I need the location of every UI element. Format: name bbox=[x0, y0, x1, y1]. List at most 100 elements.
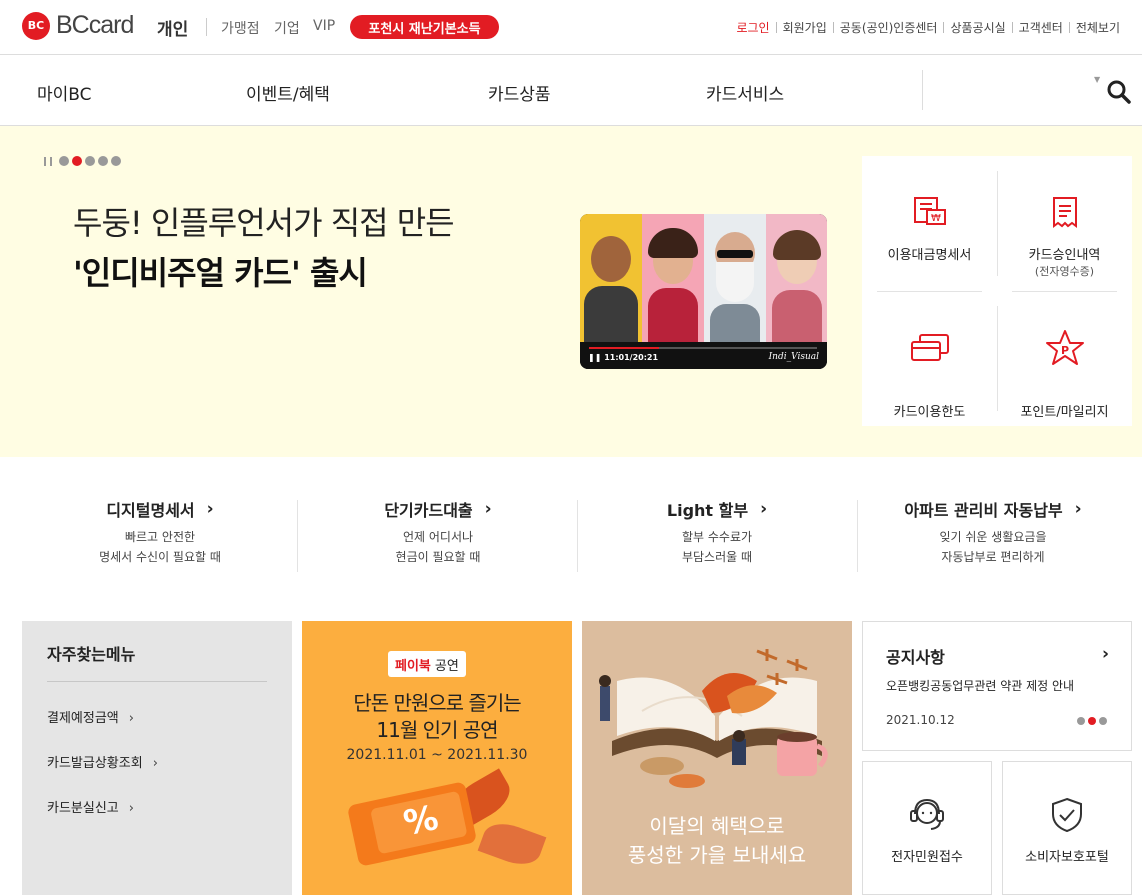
monthly-benefit-banner[interactable]: 이달의 혜택으로 풍성한 가을 보내세요 bbox=[582, 621, 852, 895]
book-illustration bbox=[599, 649, 828, 788]
promo-button[interactable]: 포천시 재난기본소득 bbox=[350, 15, 499, 39]
support-label: 소비자보호포털 bbox=[1025, 850, 1109, 865]
chevron-right-icon: › bbox=[760, 499, 768, 519]
quick-card-limit[interactable]: 카드이용한도 bbox=[862, 291, 997, 426]
notice-pager bbox=[1077, 717, 1107, 725]
point-star-icon: P bbox=[1045, 330, 1084, 365]
service-desc: 잊기 쉬운 생활요금을 bbox=[939, 530, 1047, 544]
quick-approval[interactable]: 카드승인내역 (전자영수증) bbox=[997, 156, 1132, 291]
benefit-line1: 이달의 혜택으로 bbox=[649, 814, 785, 838]
slide-dot[interactable] bbox=[59, 156, 69, 166]
service-title: Light 할부 bbox=[666, 501, 749, 520]
quick-label: 이용대금명세서 bbox=[887, 248, 972, 263]
frequent-item[interactable]: 카드발급상황조회 › bbox=[47, 752, 158, 771]
link-vip[interactable]: VIP bbox=[313, 18, 335, 34]
frequent-menu-title: 자주찾는메뉴 bbox=[47, 645, 136, 664]
notice-body[interactable]: 오픈뱅킹공동업무관련 약관 제정 안내 bbox=[886, 677, 1074, 694]
video-controls: ❚❚ 11:01/20:21 Indi_Visual bbox=[580, 342, 827, 369]
divider bbox=[206, 18, 207, 36]
notice-date: 2021.10.12 bbox=[886, 713, 955, 727]
notice-dot[interactable] bbox=[1077, 717, 1085, 725]
customer-center-link[interactable]: 고객센터 bbox=[1013, 19, 1069, 36]
promo-line1: 단돈 만원으로 즐기는 bbox=[353, 691, 521, 715]
svg-text:P: P bbox=[1060, 344, 1068, 357]
promo-period: 2021.11.01 ~ 2021.11.30 bbox=[346, 747, 528, 763]
notice-dot-active[interactable] bbox=[1088, 717, 1096, 725]
bccard-logo[interactable]: BC BCcard bbox=[22, 11, 134, 40]
notice-panel[interactable]: 공지사항 › 오픈뱅킹공동업무관련 약관 제정 안내 2021.10.12 bbox=[862, 621, 1132, 751]
slide-pager bbox=[44, 156, 124, 166]
top-header: BC BCcard 개인 가맹점 기업 VIP 포천시 재난기본소득 로그인 회… bbox=[0, 0, 1142, 55]
caret-down-icon[interactable]: ▼ bbox=[1094, 75, 1100, 84]
sitemap-link[interactable]: 전체보기 bbox=[1070, 19, 1126, 36]
card-limit-icon bbox=[910, 334, 949, 361]
service-title: 디지털명세서 bbox=[106, 501, 195, 520]
service-digital-statement[interactable]: 디지털명세서 › 빠르고 안전한 명세서 수신이 필요할 때 bbox=[20, 497, 300, 567]
receipt-icon bbox=[1052, 197, 1077, 228]
chevron-right-icon: › bbox=[1074, 499, 1082, 519]
influencer-photo bbox=[704, 214, 766, 342]
video-progress[interactable] bbox=[589, 347, 817, 349]
support-label: 전자민원접수 bbox=[891, 850, 963, 865]
signup-link[interactable]: 회원가입 bbox=[777, 19, 833, 36]
quick-menu: ₩ 이용대금명세서 카드승인내역 (전자영수증) 카드이용한도 P 포인트/마일… bbox=[862, 156, 1132, 426]
utility-menu: 로그인 회원가입 공동(공인)인증센터 상품공시실 고객센터 전체보기 bbox=[730, 19, 1126, 36]
nav-events[interactable]: 이벤트/혜택 bbox=[246, 80, 330, 105]
product-disclosure-link[interactable]: 상품공시실 bbox=[944, 19, 1011, 36]
service-desc: 현금이 필요할 때 bbox=[395, 550, 481, 564]
video-thumbnail[interactable]: ❚❚ 11:01/20:21 Indi_Visual bbox=[580, 214, 827, 369]
quick-label: 카드이용한도 bbox=[893, 405, 966, 420]
service-short-loan[interactable]: 단기카드대출 › 언제 어디서나 현금이 필요할 때 bbox=[298, 497, 578, 567]
autumn-leaf-icon bbox=[477, 816, 547, 872]
service-apartment-autopay[interactable]: 아파트 관리비 자동납부 › 잊기 쉬운 생활요금을 자동납부로 편리하게 bbox=[853, 497, 1133, 567]
service-light-installment[interactable]: Light 할부 › 할부 수수료가부담스러울 때 bbox=[577, 497, 857, 567]
quick-sublabel: (전자영수증) bbox=[1034, 265, 1095, 278]
slide-dot[interactable] bbox=[85, 156, 95, 166]
influencer-photo bbox=[580, 214, 642, 342]
login-link[interactable]: 로그인 bbox=[730, 19, 775, 36]
nav-card-products[interactable]: 카드상품 bbox=[488, 80, 551, 105]
hero-subheadline[interactable]: '인디비주얼 카드' 출시 bbox=[73, 248, 368, 294]
notice-dot[interactable] bbox=[1099, 717, 1107, 725]
performance-promo-banner[interactable]: 페이북 공연 단돈 만원으로 즐기는 11월 인기 공연 2021.11.01 ~… bbox=[302, 621, 572, 895]
nav-my-bc[interactable]: 마이BC bbox=[37, 80, 92, 105]
shield-check-icon bbox=[1052, 797, 1082, 833]
slide-dot[interactable] bbox=[98, 156, 108, 166]
svg-text:₩: ₩ bbox=[931, 213, 941, 224]
chevron-right-icon: › bbox=[128, 711, 134, 726]
frequent-item[interactable]: 결제예정금액 › bbox=[47, 707, 134, 726]
pause-icon[interactable] bbox=[44, 156, 52, 166]
chevron-right-icon: › bbox=[484, 499, 492, 519]
chevron-right-icon[interactable]: › bbox=[1102, 644, 1109, 664]
slide-dot[interactable] bbox=[111, 156, 121, 166]
frequent-menu-panel: 자주찾는메뉴 결제예정금액 › 카드발급상황조회 › 카드분실신고 › bbox=[22, 621, 292, 895]
certificate-center-link[interactable]: 공동(공인)인증센터 bbox=[834, 19, 944, 36]
link-merchant[interactable]: 가맹점 bbox=[221, 18, 260, 38]
search-icon[interactable] bbox=[1106, 79, 1132, 105]
e-complaint-button[interactable]: 전자민원접수 bbox=[862, 761, 992, 895]
quick-statement[interactable]: ₩ 이용대금명세서 bbox=[862, 156, 997, 291]
divider bbox=[922, 70, 923, 110]
link-corporate[interactable]: 기업 bbox=[274, 18, 300, 38]
hero-headline[interactable]: 두둥! 인플루언서가 직접 만든 bbox=[73, 198, 455, 244]
consumer-protection-button[interactable]: 소비자보호포털 bbox=[1002, 761, 1132, 895]
chevron-right-icon: › bbox=[152, 756, 158, 771]
section-personal[interactable]: 개인 bbox=[157, 15, 188, 40]
chevron-right-icon: › bbox=[206, 499, 214, 519]
promo-line2: 11월 인기 공연 bbox=[376, 718, 498, 742]
service-title: 아파트 관리비 자동납부 bbox=[904, 501, 1063, 520]
service-desc: 빠르고 안전한 bbox=[124, 530, 196, 544]
logo-badge: BC bbox=[22, 11, 50, 40]
nav-card-services[interactable]: 카드서비스 bbox=[706, 80, 784, 105]
quick-label: 카드승인내역 bbox=[1028, 248, 1101, 263]
divider bbox=[47, 681, 267, 682]
logo-text: BCcard bbox=[56, 11, 134, 39]
frequent-item[interactable]: 카드분실신고 › bbox=[47, 797, 134, 816]
slide-dot-active[interactable] bbox=[72, 156, 82, 166]
benefit-line2: 풍성한 가을 보내세요 bbox=[627, 843, 807, 867]
service-desc: 할부 수수료가 bbox=[681, 530, 753, 544]
video-brand: Indi_Visual bbox=[768, 352, 819, 362]
quick-point[interactable]: P 포인트/마일리지 bbox=[997, 291, 1132, 426]
video-time: ❚❚ 11:01/20:21 bbox=[588, 353, 659, 362]
service-desc: 부담스러울 때 bbox=[681, 550, 753, 564]
